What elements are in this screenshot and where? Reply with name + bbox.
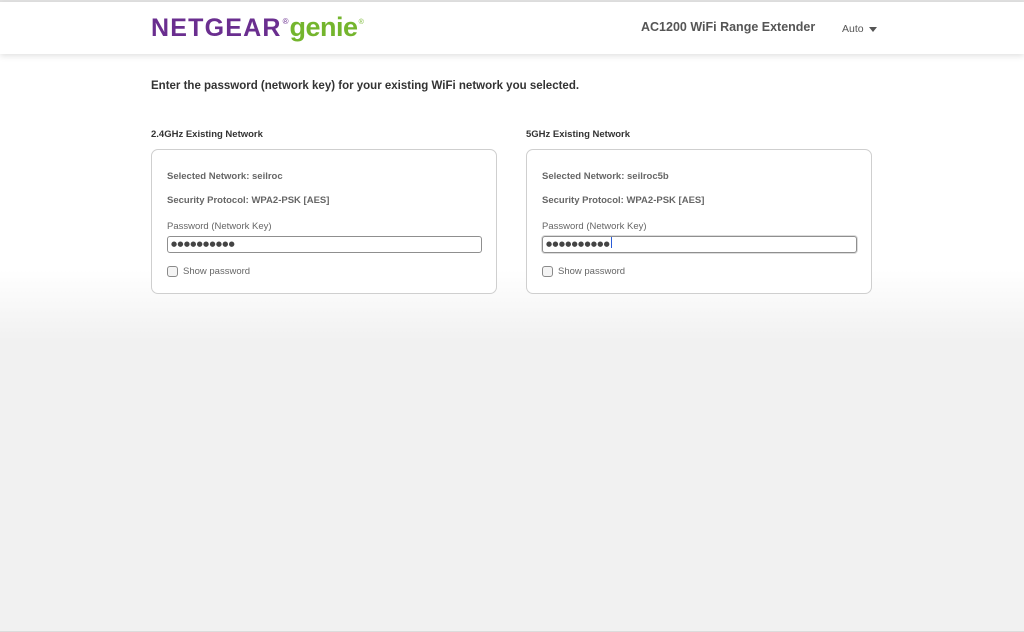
- logo-brand-text: NETGEAR: [151, 14, 282, 42]
- network-panel-2-4ghz: Selected Network: seilroc Security Proto…: [151, 149, 497, 294]
- logo-registered-mark: ®: [282, 17, 289, 26]
- header: NETGEAR ® genie ® AC1200 WiFi Range Exte…: [0, 2, 1024, 54]
- password-value-2-4ghz: ●●●●●●●●●●: [171, 240, 236, 248]
- page-instruction: Enter the password (network key) for you…: [151, 80, 580, 92]
- logo-product-text: genie: [289, 12, 359, 42]
- network-panel-5ghz: Selected Network: seilroc5b Security Pro…: [526, 149, 872, 294]
- section-label-5ghz: 5GHz Existing Network: [526, 129, 630, 140]
- show-password-label-5ghz: Show password: [558, 266, 626, 277]
- password-label-5ghz: Password (Network Key): [542, 221, 647, 232]
- show-password-row-5ghz[interactable]: Show password: [542, 266, 625, 277]
- password-label-2-4ghz: Password (Network Key): [167, 221, 272, 232]
- show-password-label-2-4ghz: Show password: [183, 266, 251, 277]
- language-select[interactable]: Auto: [842, 23, 877, 35]
- selected-network-5ghz: Selected Network: seilroc5b: [542, 171, 669, 182]
- security-protocol-5ghz: Security Protocol: WPA2-PSK [AES]: [542, 195, 705, 206]
- netgear-genie-logo: NETGEAR ® genie ®: [151, 11, 364, 43]
- section-label-2-4ghz: 2.4GHz Existing Network: [151, 129, 263, 140]
- password-value-5ghz: ●●●●●●●●●●: [546, 240, 611, 248]
- selected-network-2-4ghz: Selected Network: seilroc: [167, 171, 283, 182]
- caret-down-icon: [868, 26, 877, 32]
- password-input-2-4ghz[interactable]: ●●●●●●●●●●: [167, 236, 482, 253]
- password-input-5ghz[interactable]: ●●●●●●●●●●: [542, 236, 857, 253]
- security-protocol-2-4ghz: Security Protocol: WPA2-PSK [AES]: [167, 195, 330, 206]
- show-password-row-2-4ghz[interactable]: Show password: [167, 266, 250, 277]
- show-password-checkbox-2-4ghz[interactable]: [167, 266, 178, 277]
- text-cursor: [611, 237, 613, 248]
- language-select-value: Auto: [842, 23, 864, 35]
- show-password-checkbox-5ghz[interactable]: [542, 266, 553, 277]
- product-name: AC1200 WiFi Range Extender: [641, 20, 816, 34]
- logo-trademark: ®: [358, 19, 364, 26]
